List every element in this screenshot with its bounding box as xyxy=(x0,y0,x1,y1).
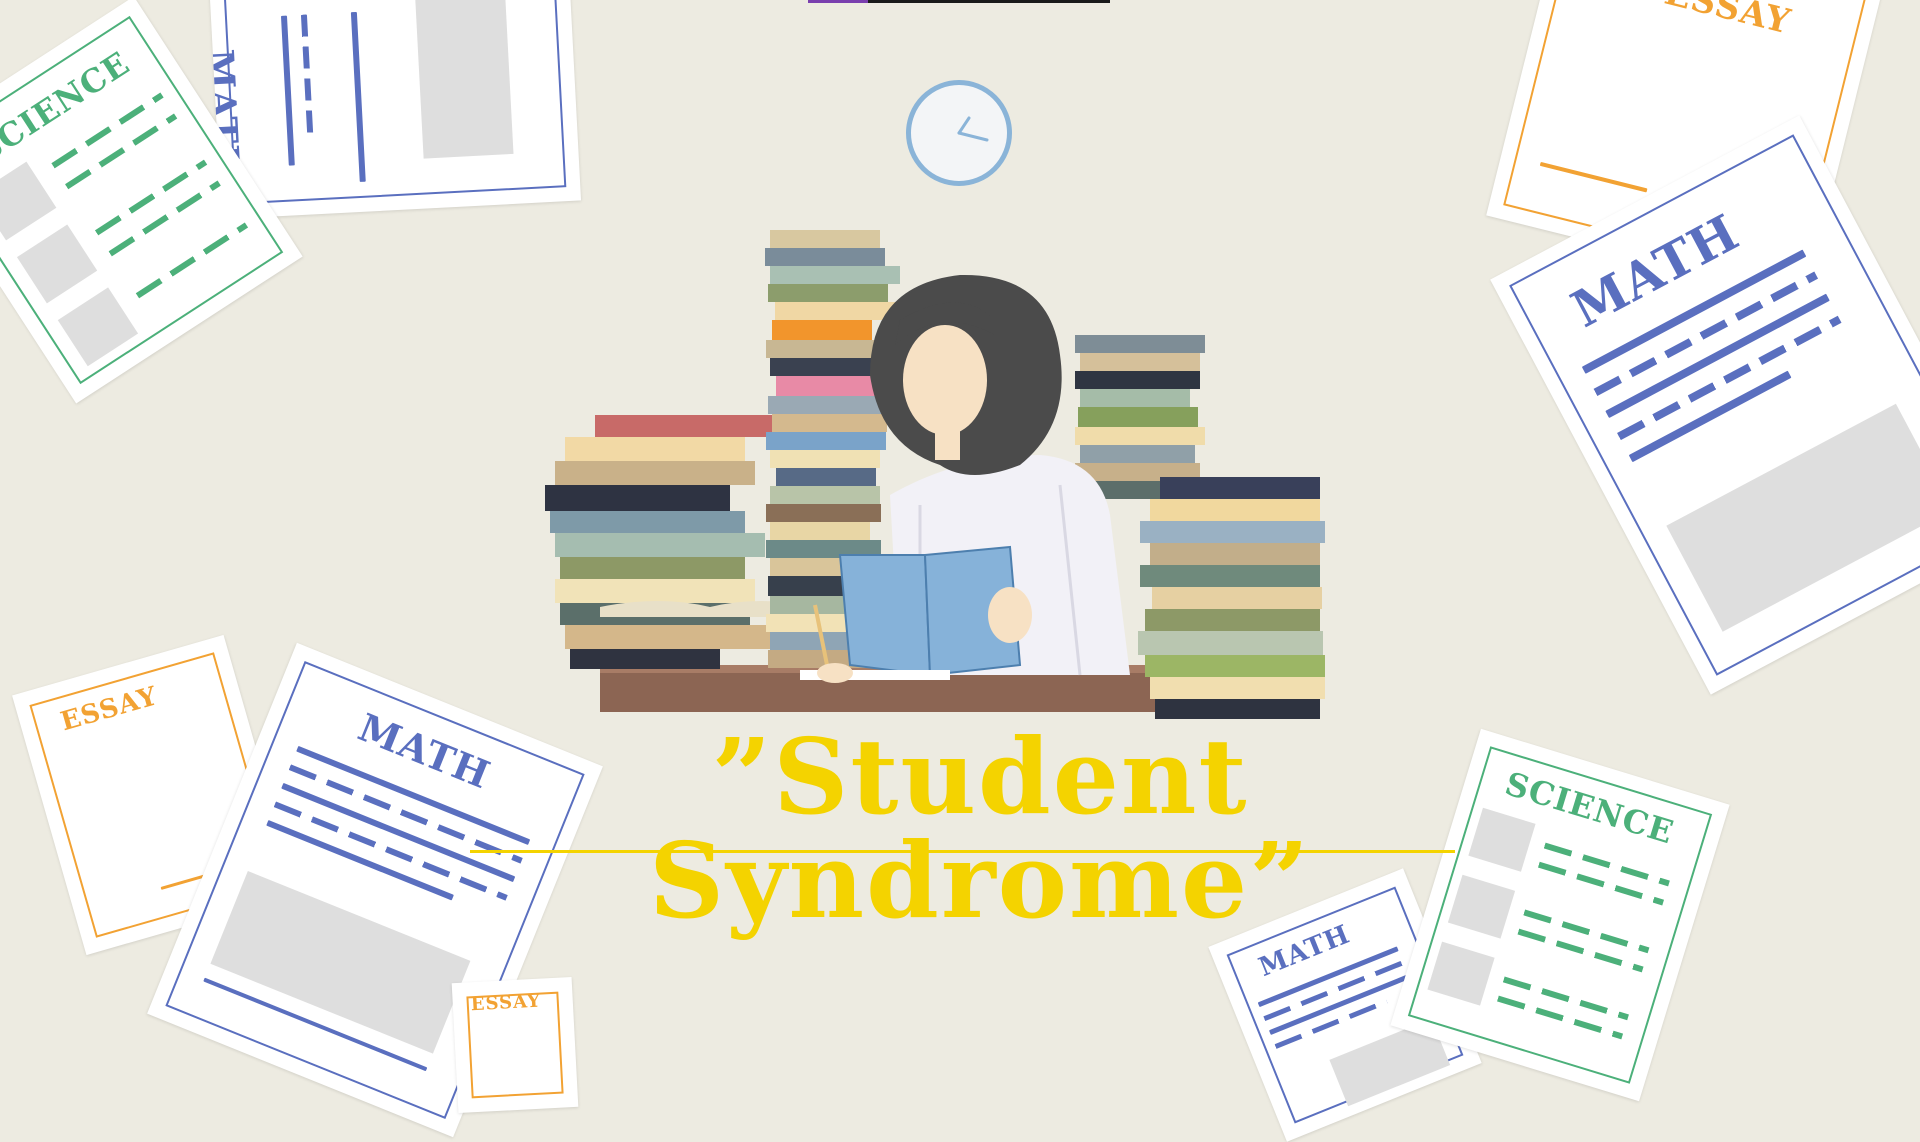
title-underline xyxy=(470,850,1455,853)
student-studying-illustration xyxy=(540,225,1360,725)
paper-essay-bottom-small: ESSAY xyxy=(451,976,579,1114)
paper-frame xyxy=(223,0,567,205)
page-title: ”Student Syndrome” xyxy=(648,715,1312,942)
top-progress-fill xyxy=(808,0,868,3)
paper-image-placeholder xyxy=(415,0,514,159)
paper-math-top-left: MATH xyxy=(208,0,582,220)
top-progress-bar xyxy=(808,0,1110,3)
wall-clock-icon xyxy=(906,80,1012,186)
paper-subject-label: ESSAY xyxy=(470,990,542,1016)
